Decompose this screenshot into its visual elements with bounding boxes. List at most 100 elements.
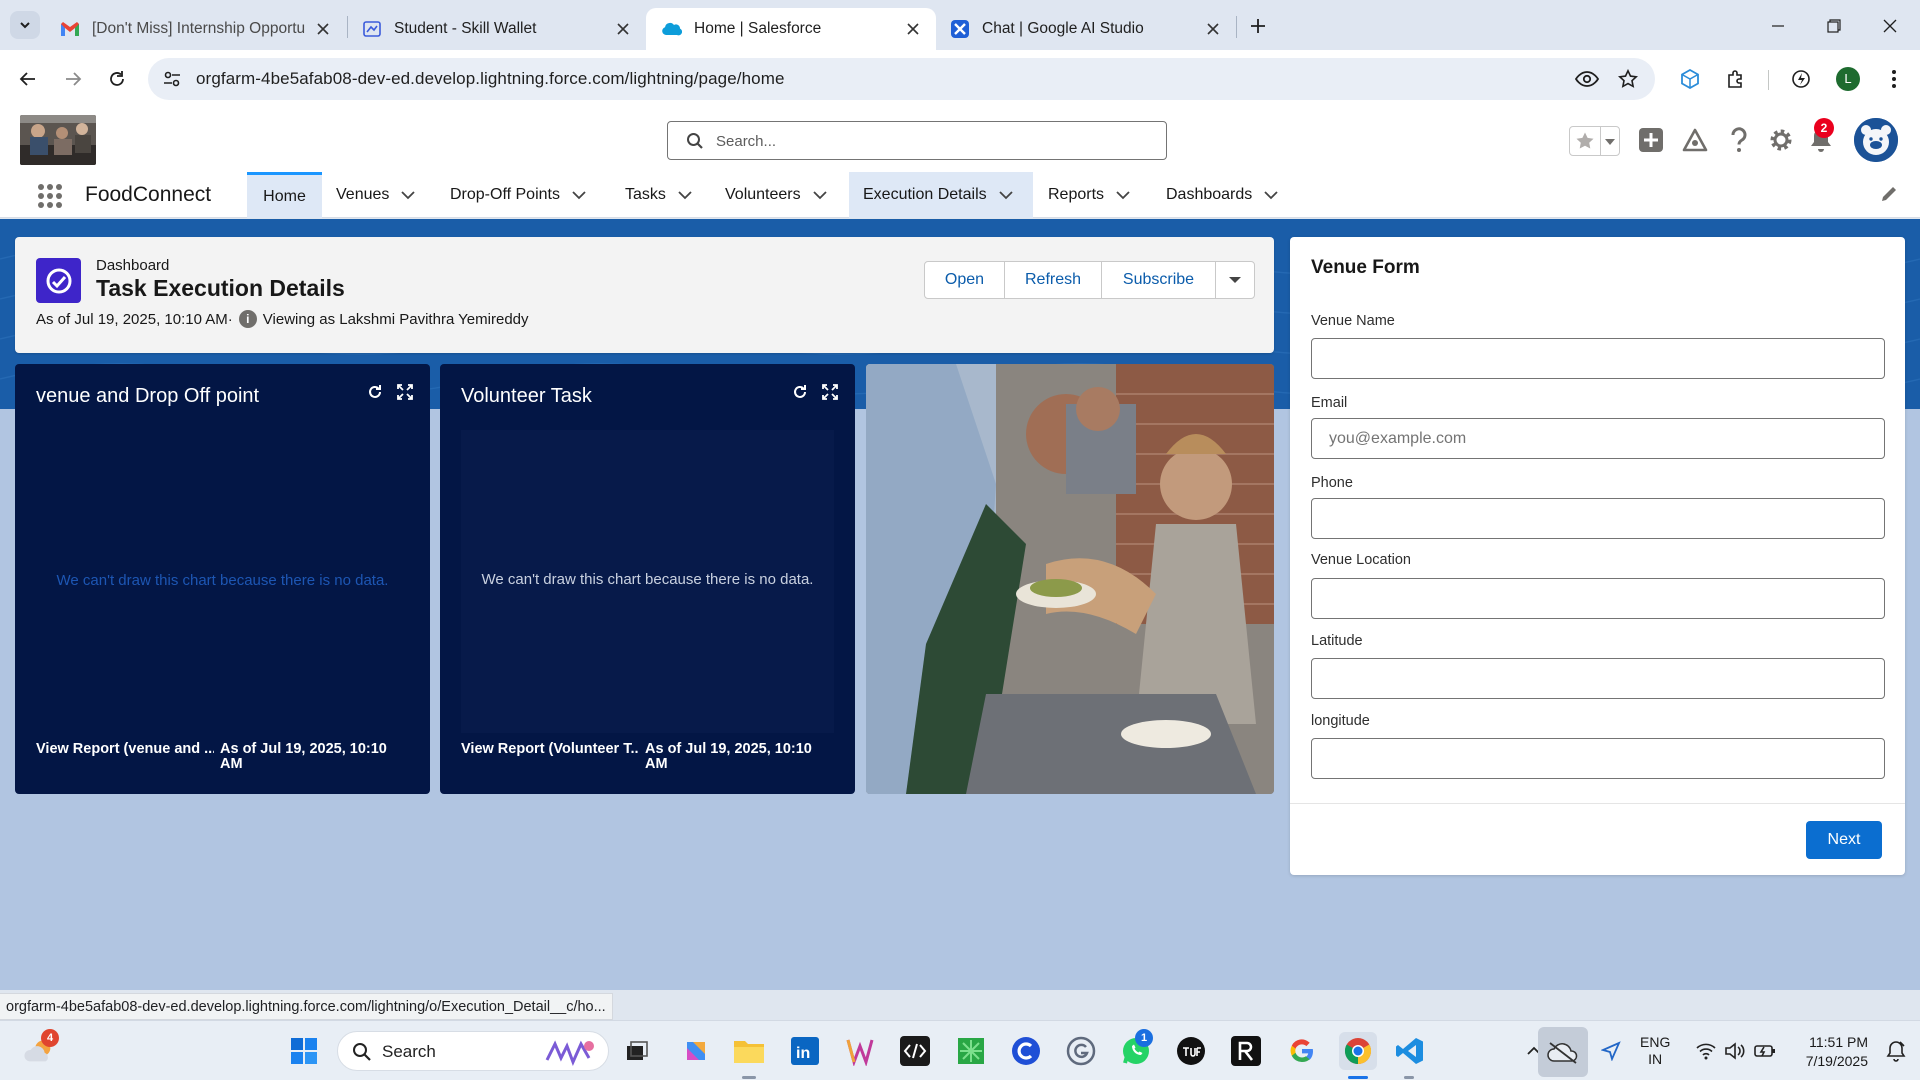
- browser-tab-ai-studio[interactable]: Chat | Google AI Studio: [936, 8, 1236, 50]
- extension-cube-icon[interactable]: [1676, 65, 1704, 93]
- minimize-window-icon[interactable]: [1765, 13, 1791, 39]
- global-actions-plus-icon[interactable]: [1636, 125, 1666, 155]
- green-puzzle-icon[interactable]: [955, 1035, 987, 1067]
- refresh-button[interactable]: Refresh: [1005, 262, 1102, 298]
- chevron-down-icon[interactable]: [812, 190, 827, 200]
- onedrive-icon[interactable]: [1538, 1027, 1588, 1077]
- nav-tab-label: Volunteers: [725, 186, 801, 203]
- vscode-icon[interactable]: [1394, 1035, 1426, 1067]
- copilot-icon[interactable]: [680, 1035, 712, 1067]
- browser-tab-skill-wallet[interactable]: Student - Skill Wallet: [348, 8, 646, 50]
- toolbar-divider: [1768, 70, 1769, 90]
- tuf-app-icon[interactable]: [1175, 1035, 1207, 1067]
- nav-tab-reports[interactable]: Reports: [1034, 172, 1144, 218]
- subscribe-button[interactable]: Subscribe: [1102, 262, 1216, 298]
- help-question-icon[interactable]: [1724, 125, 1754, 155]
- app-w-icon[interactable]: [844, 1035, 876, 1067]
- notification-center-icon[interactable]: [1880, 1035, 1912, 1067]
- google-g-icon[interactable]: [1286, 1035, 1318, 1067]
- new-tab-plus-icon[interactable]: [1244, 12, 1272, 40]
- next-button[interactable]: Next: [1806, 821, 1882, 859]
- task-view-icon[interactable]: [621, 1035, 653, 1067]
- browser-tab-gmail[interactable]: [Don't Miss] Internship Opportu: [46, 8, 346, 50]
- extensions-puzzle-icon[interactable]: [1722, 65, 1750, 93]
- app-launcher-waffle-icon[interactable]: [36, 182, 64, 210]
- close-window-icon[interactable]: [1877, 13, 1903, 39]
- widget-as-of: As of Jul 19, 2025, 10:10 AM: [645, 741, 812, 772]
- expand-widget-icon[interactable]: [820, 382, 840, 402]
- forward-arrow-icon[interactable]: [58, 64, 88, 94]
- profile-avatar[interactable]: L: [1834, 65, 1862, 93]
- longitude-label: longitude: [1311, 713, 1370, 729]
- nav-tab-volunteers[interactable]: Volunteers: [711, 172, 841, 218]
- close-tab-icon[interactable]: [314, 20, 332, 38]
- bookmark-star-icon[interactable]: [1614, 65, 1642, 93]
- nav-tab-dashboards[interactable]: Dashboards: [1152, 172, 1292, 218]
- system-clock[interactable]: 11:51 PM 7/19/2025: [1790, 1033, 1868, 1071]
- eye-icon[interactable]: [1573, 65, 1601, 93]
- chevron-down-icon[interactable]: [998, 190, 1013, 200]
- browser-menu-icon[interactable]: [1880, 65, 1908, 93]
- refresh-widget-icon[interactable]: [790, 382, 810, 402]
- close-tab-icon[interactable]: [904, 20, 922, 38]
- favorites-dropdown-icon[interactable]: [1603, 137, 1617, 147]
- restore-window-icon[interactable]: [1821, 13, 1847, 39]
- taskbar-search-box[interactable]: Search: [337, 1031, 609, 1071]
- back-arrow-icon[interactable]: [13, 64, 43, 94]
- info-icon[interactable]: i: [238, 310, 257, 328]
- trailhead-guidance-icon[interactable]: [1680, 125, 1710, 155]
- open-button[interactable]: Open: [925, 262, 1005, 298]
- language-indicator[interactable]: ENG IN: [1640, 1034, 1670, 1068]
- nav-tab-tasks[interactable]: Tasks: [611, 172, 706, 218]
- windows-start-icon[interactable]: [288, 1035, 320, 1067]
- tab-search-chevron-icon[interactable]: [10, 11, 40, 39]
- nav-tab-drop-off-points[interactable]: Drop-Off Points: [436, 172, 600, 218]
- phone-field[interactable]: [1311, 498, 1885, 539]
- chevron-down-icon[interactable]: [572, 190, 586, 200]
- file-explorer-icon[interactable]: [733, 1035, 765, 1067]
- site-settings-icon[interactable]: [162, 69, 182, 89]
- volume-icon[interactable]: [1719, 1035, 1751, 1067]
- dashboard-widget-venue-drop-off: venue and Drop Off point We can't draw t…: [15, 364, 430, 794]
- nav-tab-label: Tasks: [625, 186, 666, 203]
- close-tab-icon[interactable]: [1204, 20, 1222, 38]
- chevron-down-icon[interactable]: [401, 190, 416, 200]
- address-bar[interactable]: orgfarm-4be5afab08-dev-ed.develop.lightn…: [148, 58, 1655, 100]
- refresh-widget-icon[interactable]: [365, 382, 385, 402]
- expand-widget-icon[interactable]: [395, 382, 415, 402]
- edit-nav-pencil-icon[interactable]: [1880, 185, 1898, 203]
- r-app-icon[interactable]: [1230, 1035, 1262, 1067]
- code-brackets-icon[interactable]: [899, 1035, 931, 1067]
- g-app-icon[interactable]: [1065, 1035, 1097, 1067]
- view-report-link[interactable]: View Report (Volunteer T...: [461, 741, 639, 757]
- venue-location-field[interactable]: [1311, 578, 1885, 619]
- chrome-icon[interactable]: [1339, 1032, 1377, 1070]
- more-actions-dropdown[interactable]: [1216, 262, 1254, 298]
- location-arrow-icon[interactable]: [1595, 1035, 1627, 1067]
- email-field[interactable]: [1311, 418, 1885, 459]
- chevron-down-icon[interactable]: [678, 190, 692, 200]
- chevron-down-icon[interactable]: [1264, 190, 1278, 200]
- org-logo-image[interactable]: [20, 115, 96, 165]
- wifi-icon[interactable]: [1690, 1035, 1722, 1067]
- global-search-box[interactable]: [667, 121, 1167, 160]
- chevron-down-icon[interactable]: [1116, 190, 1130, 200]
- setup-gear-icon[interactable]: [1766, 125, 1796, 155]
- battery-charging-icon[interactable]: [1749, 1035, 1781, 1067]
- venue-name-field[interactable]: [1311, 338, 1885, 379]
- reload-icon[interactable]: [102, 64, 132, 94]
- c-app-icon[interactable]: [1010, 1035, 1042, 1067]
- latitude-field[interactable]: [1311, 658, 1885, 699]
- linkedin-icon[interactable]: in: [789, 1035, 821, 1067]
- view-report-link[interactable]: View Report (venue and ...: [36, 741, 214, 757]
- browser-tab-salesforce[interactable]: Home | Salesforce: [646, 8, 936, 50]
- nav-tab-home[interactable]: Home: [247, 172, 322, 218]
- user-avatar[interactable]: [1854, 118, 1898, 162]
- favorites-button[interactable]: [1569, 126, 1620, 156]
- nav-tab-execution-details[interactable]: Execution Details: [849, 172, 1033, 218]
- longitude-field[interactable]: [1311, 738, 1885, 779]
- performance-icon[interactable]: [1787, 65, 1815, 93]
- nav-tab-venues[interactable]: Venues: [322, 172, 429, 218]
- global-search-input[interactable]: [716, 128, 1146, 154]
- close-tab-icon[interactable]: [614, 20, 632, 38]
